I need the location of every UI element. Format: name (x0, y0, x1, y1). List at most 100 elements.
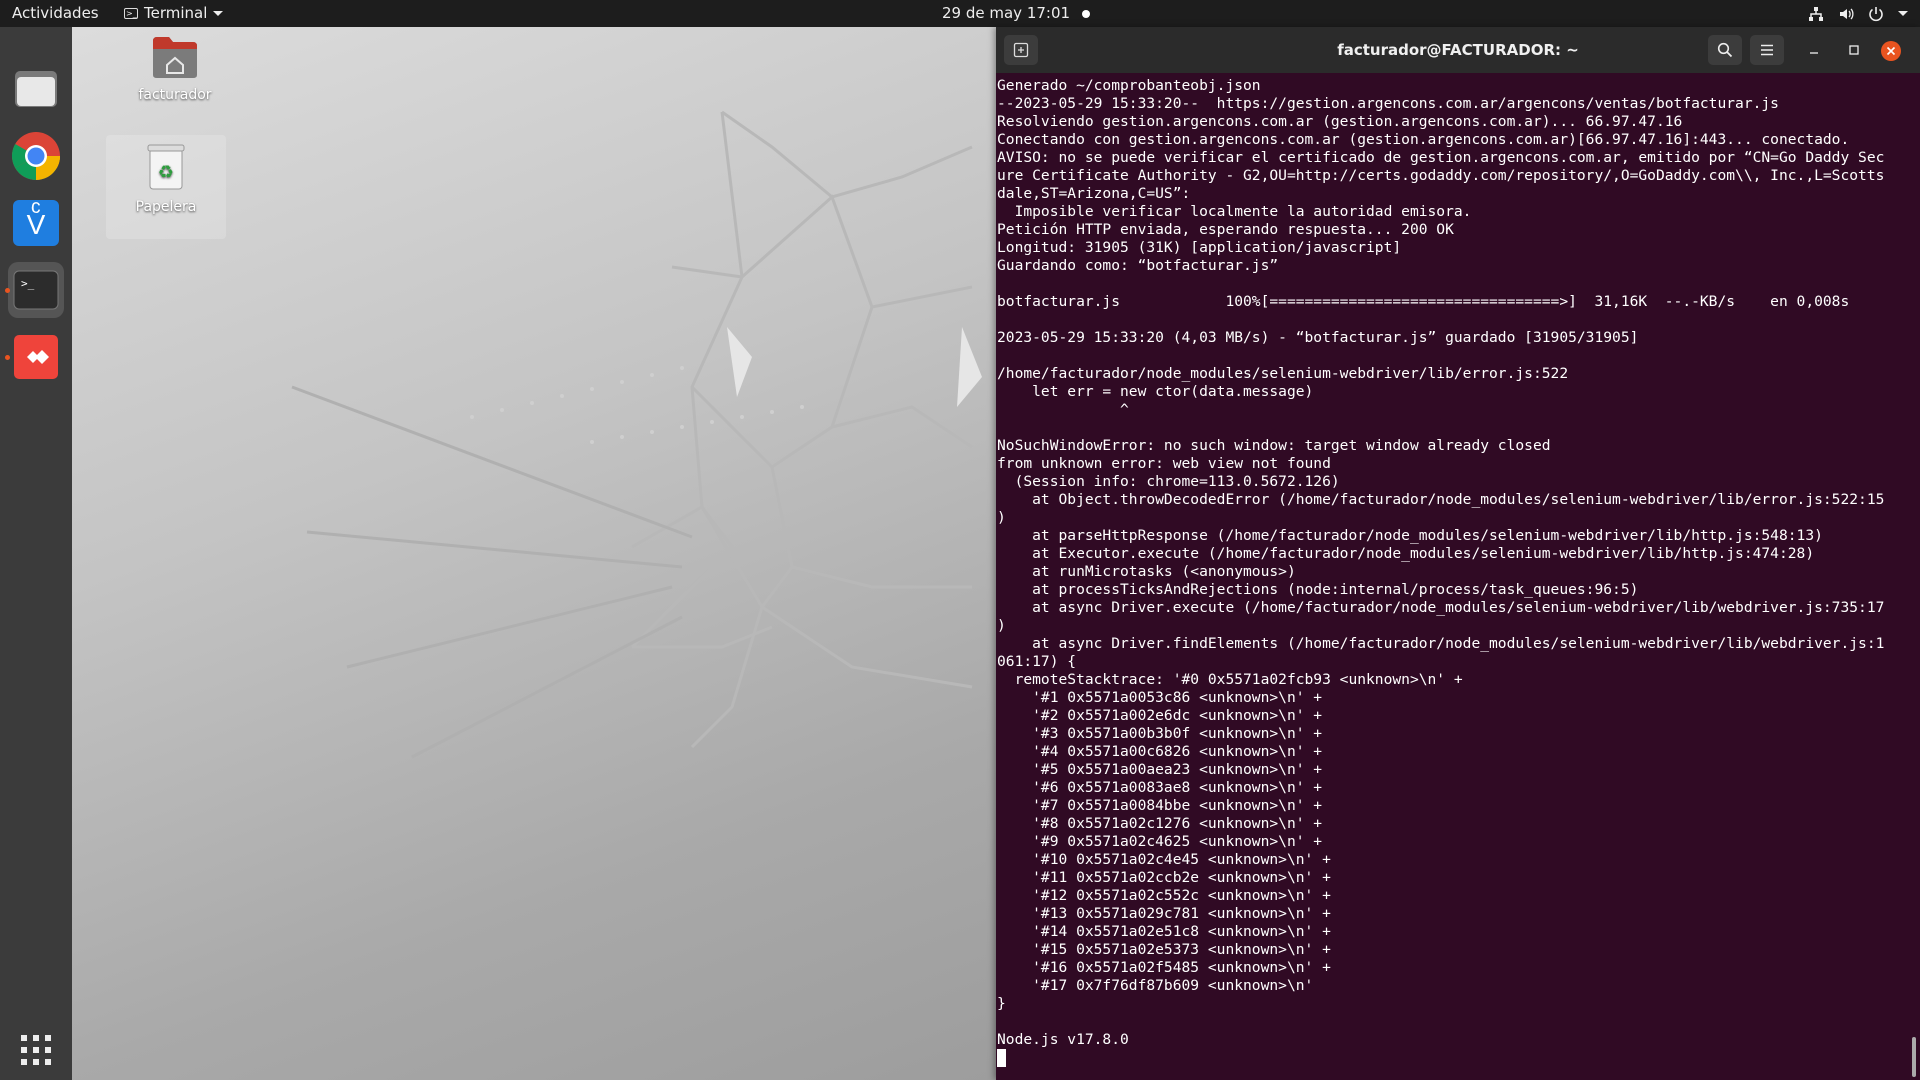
search-button[interactable] (1708, 35, 1742, 65)
dock: Vͨ >_ (0, 27, 72, 1080)
desktop-icon-trash[interactable]: ♻ Papelera (106, 135, 226, 239)
dock-terminal-app[interactable]: >_ (5, 262, 64, 318)
svg-text:>_: >_ (21, 277, 35, 290)
notification-dot-icon (1082, 9, 1091, 18)
activities-button[interactable]: Actividades (12, 0, 99, 27)
terminal-line: '#6 0x5571a0083ae8 <unknown>\n' + (997, 779, 1323, 796)
dock-anydesk-app[interactable] (5, 329, 64, 385)
system-menu-button[interactable] (1808, 0, 1908, 27)
search-icon (1717, 42, 1733, 58)
desktop-icon-label: Papelera (135, 199, 197, 215)
minimize-button[interactable] (1799, 35, 1829, 65)
terminal-line: '#5 0x5571a00aea23 <unknown>\n' + (997, 761, 1323, 778)
terminal-line: ) (997, 509, 1006, 526)
terminal-prompt-line[interactable] (997, 1049, 1907, 1067)
home-folder-icon (153, 37, 197, 78)
terminal-line: 061:17) { (997, 653, 1077, 670)
maximize-button[interactable] (1839, 35, 1869, 65)
terminal-line: at async Driver.findElements (/home/fact… (997, 635, 1885, 652)
terminal-line: Petición HTTP enviada, esperando respues… (997, 221, 1454, 238)
terminal-line: at runMicrotasks (<anonymous>) (997, 563, 1296, 580)
app-menu-label: Terminal (144, 4, 208, 22)
maximize-icon (1849, 45, 1859, 55)
terminal-line: '#3 0x5571a00b3b0f <unknown>\n' + (997, 725, 1323, 742)
terminal-line: '#11 0x5571a02ccb2e <unknown>\n' + (997, 869, 1331, 886)
trash-icon: ♻ (147, 144, 185, 190)
text-cursor (997, 1049, 1006, 1067)
desktop-icon-home[interactable]: facturador (115, 35, 235, 103)
terminal-output[interactable]: Generado ~/comprobanteobj.json --2023-05-… (997, 77, 1907, 1077)
running-indicator-icon (5, 355, 10, 360)
top-bar: Actividades >_ Terminal 29 de may 17:01 (0, 0, 1920, 27)
vscode-icon: Vͨ (13, 200, 59, 246)
terminal-line: ure Certificate Authority - G2,OU=http:/… (997, 167, 1885, 184)
terminal-line: (Session info: chrome=113.0.5672.126) (997, 473, 1340, 490)
close-button[interactable] (1881, 41, 1901, 61)
dock-vscode-app[interactable]: Vͨ (8, 195, 64, 251)
terminal-line: /home/facturador/node_modules/selenium-w… (997, 365, 1569, 382)
running-indicator-icon (5, 288, 10, 293)
terminal-line: at Object.throwDecodedError (/home/factu… (997, 491, 1885, 508)
svg-text:♻: ♻ (158, 162, 174, 183)
network-icon (1809, 6, 1823, 21)
svg-text:Vͨ: Vͨ (27, 202, 46, 241)
show-applications-button[interactable] (8, 1022, 64, 1078)
chrome-icon (11, 132, 61, 181)
terminal-line: Generado ~/comprobanteobj.json (997, 77, 1261, 94)
desktop: facturador ♻ Papelera (72, 27, 997, 1080)
terminal-line: --2023-05-29 15:33:20-- https://gestion.… (997, 95, 1779, 112)
terminal-line: '#16 0x5571a02f5485 <unknown>\n' + (997, 959, 1331, 976)
terminal-line: '#7 0x5571a0084bbe <unknown>\n' + (997, 797, 1323, 814)
desktop-icon-label: facturador (138, 87, 212, 103)
terminal-line: Guardando como: “botfacturar.js” (997, 257, 1279, 274)
terminal-line: remoteStacktrace: '#0 0x5571a02fcb93 <un… (997, 671, 1463, 688)
terminal-line: at parseHttpResponse (/home/facturador/n… (997, 527, 1823, 544)
chevron-down-icon (213, 11, 224, 16)
terminal-line: '#2 0x5571a002e6dc <unknown>\n' + (997, 707, 1323, 724)
close-icon (1886, 46, 1896, 56)
app-menu-button[interactable]: >_ Terminal (124, 0, 224, 27)
terminal-line: NoSuchWindowError: no such window: targe… (997, 437, 1551, 454)
dock-chrome-app[interactable] (8, 128, 64, 184)
clock-button[interactable]: 29 de may 17:01 (942, 0, 1091, 27)
terminal-icon: >_ (124, 8, 138, 19)
clock-label: 29 de may 17:01 (942, 4, 1071, 22)
terminal-line: at async Driver.execute (/home/facturado… (997, 599, 1885, 616)
terminal-line: '#10 0x5571a02c4e45 <unknown>\n' + (997, 851, 1331, 868)
terminal-line: 2023-05-29 15:33:20 (4,03 MB/s) - “botfa… (997, 329, 1639, 346)
terminal-line: from unknown error: web view not found (997, 455, 1331, 472)
terminal-line: at processTicksAndRejections (node:inter… (997, 581, 1639, 598)
terminal-line: ) (997, 617, 1006, 634)
scrollbar[interactable] (1912, 1037, 1916, 1077)
terminal-line: '#13 0x5571a029c781 <unknown>\n' + (997, 905, 1331, 922)
chevron-down-icon (1898, 11, 1908, 16)
hamburger-menu-icon (1761, 44, 1773, 56)
terminal-line: Resolviendo gestion.argencons.com.ar (ge… (997, 113, 1683, 130)
terminal-line: '#14 0x5571a02e51c8 <unknown>\n' + (997, 923, 1331, 940)
terminal-icon: >_ (13, 270, 59, 310)
terminal-window[interactable]: facturador@FACTURADOR: ~ Generado ~/comp… (996, 27, 1920, 1080)
terminal-line: Conectando con gestion.argencons.com.ar … (997, 131, 1850, 148)
power-icon (1869, 6, 1883, 21)
minimize-icon (1810, 52, 1818, 54)
dock-files-app[interactable] (8, 61, 64, 117)
terminal-line: let err = new ctor(data.message) (997, 383, 1314, 400)
volume-icon (1840, 8, 1854, 19)
anydesk-icon (14, 335, 58, 379)
hamburger-menu-button[interactable] (1750, 35, 1784, 65)
terminal-line: Imposible verificar localmente la autori… (997, 203, 1472, 220)
new-tab-icon (1013, 42, 1029, 58)
terminal-titlebar[interactable]: facturador@FACTURADOR: ~ (996, 27, 1920, 73)
terminal-line: Longitud: 31905 (31K) [application/javas… (997, 239, 1402, 256)
terminal-line: } (997, 995, 1006, 1012)
new-tab-button[interactable] (1004, 35, 1038, 65)
terminal-line: '#9 0x5571a02c4625 <unknown>\n' + (997, 833, 1323, 850)
terminal-line: '#8 0x5571a02c1276 <unknown>\n' + (997, 815, 1323, 832)
terminal-line: '#17 0x7f76df87b609 <unknown>\n' (997, 977, 1314, 994)
terminal-line: botfacturar.js 100%[====================… (997, 293, 1850, 310)
